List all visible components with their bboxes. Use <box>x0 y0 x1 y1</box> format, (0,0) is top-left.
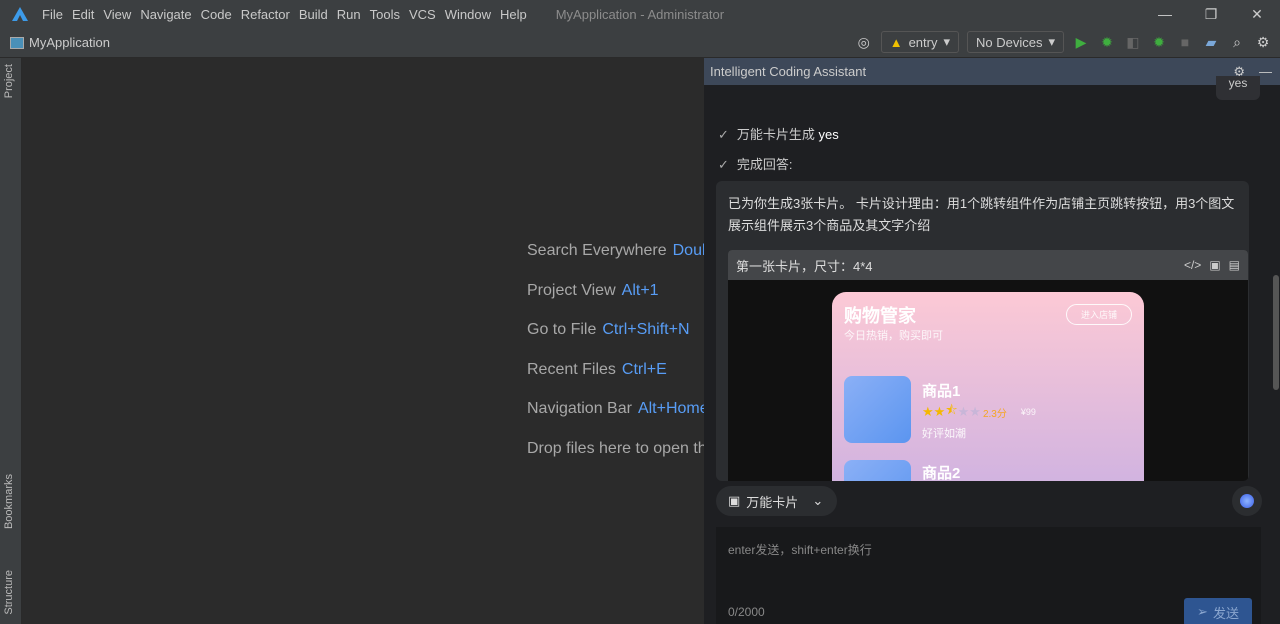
profile-icon[interactable]: ✹ <box>1150 34 1168 51</box>
search-icon[interactable]: ⌕ <box>1228 34 1246 51</box>
target-icon[interactable]: ◎ <box>855 34 873 51</box>
assistant-panel: Intelligent Coding Assistant ⚙ — yes ✓ 万能卡… <box>704 58 1280 624</box>
tab-bookmarks[interactable]: Bookmarks <box>3 474 15 529</box>
chat-input[interactable]: enter发送，shift+enter换行 0/2000 ➢ 发送 <box>716 527 1261 624</box>
chevron-down-icon: ▾ <box>1048 34 1055 49</box>
module-select[interactable]: ▲ entry ▾ <box>880 31 959 53</box>
rating-stars: ★★ ⯪ ★★ 2.3分 ¥99 <box>922 402 1036 420</box>
title-bar: File Edit View Navigate Code Refactor Build Run… <box>0 0 1280 28</box>
step-item: ✓ 完成回答: <box>718 157 793 172</box>
hint-item: Project View Alt+1 <box>527 281 659 299</box>
project-icon <box>10 36 24 49</box>
window-title: MyApplication - Administrator <box>555 6 725 22</box>
product-image <box>844 460 911 481</box>
menu-item[interactable]: Run <box>337 7 361 22</box>
hint-item: Navigation Bar Alt+Home <box>527 400 704 417</box>
panel-header: Intelligent Coding Assistant ⚙ — <box>704 58 1280 85</box>
toolbar: MyApplication ◎ ▲ entry ▾ No Devices ▾ ▶ ✹ … <box>0 28 1280 58</box>
hint-item: Drop files here to open them <box>527 439 704 457</box>
send-button[interactable]: ➢ 发送 <box>1184 598 1252 624</box>
minimize-button[interactable]: — <box>1142 0 1188 28</box>
product-image <box>844 376 911 443</box>
preview-icon[interactable]: ▤ <box>1229 258 1240 272</box>
scrollbar[interactable] <box>1272 58 1280 624</box>
close-button[interactable]: ✕ <box>1234 0 1280 28</box>
hint-item: Go to File Ctrl+Shift+N <box>527 321 690 338</box>
tab-structure[interactable]: Structure <box>3 570 15 615</box>
shopping-card: 购物管家 今日热销，购买即可 进入店铺 商品1 ★★ ⯪ ★★ 2.3分 ¥99 好评如… <box>832 292 1144 481</box>
step-item: ✓ 万能卡片生成 yes <box>718 127 839 142</box>
app-logo-icon <box>12 7 28 21</box>
menu-item[interactable]: Edit <box>72 7 94 22</box>
code-icon[interactable]: </> <box>1184 258 1201 272</box>
hint-item: Search EverywhereDouble Shift <box>527 242 704 259</box>
enter-shop-button[interactable]: 进入店铺 <box>1065 304 1132 325</box>
check-icon: ✓ <box>718 157 729 172</box>
chevron-down-icon: ⌄ <box>812 493 824 508</box>
card-icon: ▣ <box>728 493 741 508</box>
menu-bar: File Edit View Navigate Code Refactor Build Run… <box>42 7 536 22</box>
assistant-message: 已为你生成3张卡片。 卡片设计理由：用1个跳转组件作为店铺主页跳转按钮，用3个图… <box>716 181 1249 481</box>
check-icon: ✓ <box>718 127 729 142</box>
left-tool-strip: Project Bookmarks Structure <box>0 58 22 624</box>
card-preview: 第一张卡片，尺寸：4*4 </> ▣ ▤ 购物管家 今日热销，购买即可 进入店铺 商… <box>728 250 1248 481</box>
menu-item[interactable]: Build <box>299 7 328 22</box>
send-icon: ➢ <box>1197 604 1208 619</box>
menu-item[interactable]: File <box>42 7 63 22</box>
hint-item: Recent Files Ctrl+E <box>527 360 667 378</box>
ai-assistant-button[interactable] <box>1232 486 1262 516</box>
run-icon[interactable]: ▶ <box>1072 34 1090 51</box>
minimize-icon[interactable]: — <box>1259 64 1272 80</box>
maximize-button[interactable]: ❐ <box>1188 0 1234 28</box>
editor-empty-area: Search EverywhereDouble Shift Project Vie… <box>22 58 704 624</box>
device-select[interactable]: No Devices ▾ <box>967 31 1064 53</box>
menu-item[interactable]: Refactor <box>241 7 290 22</box>
insert-icon[interactable]: ▣ <box>1209 258 1220 272</box>
mode-select[interactable]: ▣ 万能卡片 ⌄ <box>716 486 838 516</box>
user-message-bubble: yes <box>1216 76 1260 100</box>
menu-item[interactable]: View <box>103 7 131 22</box>
menu-item[interactable]: Tools <box>370 7 400 22</box>
gear-icon[interactable]: ⚙ <box>1254 34 1272 51</box>
char-counter: 0/2000 <box>728 605 765 619</box>
menu-item[interactable]: Code <box>201 7 232 22</box>
ai-icon <box>1240 494 1254 508</box>
tab-project[interactable]: Project <box>3 64 15 98</box>
chevron-down-icon: ▾ <box>943 34 950 49</box>
menu-item[interactable]: Navigate <box>140 7 191 22</box>
stop-icon[interactable]: ■ <box>1176 34 1194 50</box>
project-breadcrumb[interactable]: MyApplication <box>10 35 110 50</box>
device-manager-icon[interactable]: ▰ <box>1202 34 1220 51</box>
debug-icon[interactable]: ✹ <box>1098 34 1116 51</box>
menu-item[interactable]: Help <box>500 7 527 22</box>
attach-icon[interactable]: ◧ <box>1124 34 1142 51</box>
menu-item[interactable]: Window <box>445 7 491 22</box>
menu-item[interactable]: VCS <box>409 7 436 22</box>
